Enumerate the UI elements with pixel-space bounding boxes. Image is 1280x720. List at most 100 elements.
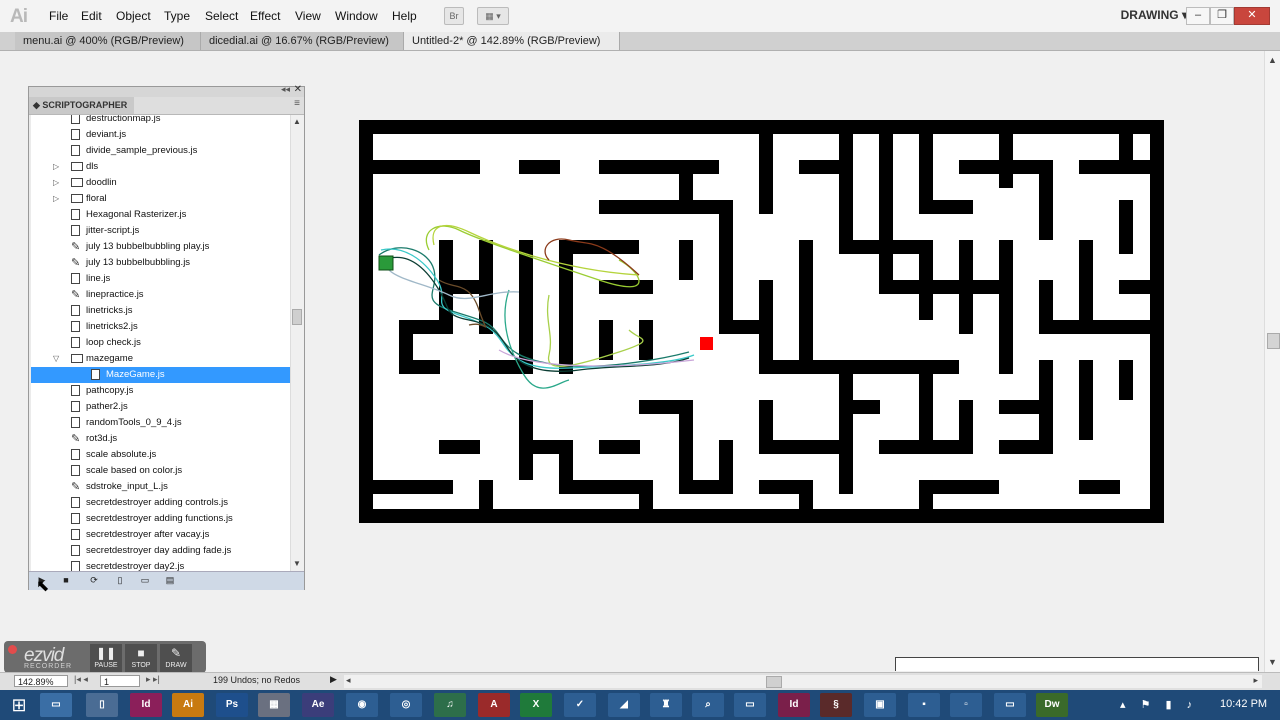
chrome-taskbar-icon[interactable]: ◉ xyxy=(346,693,378,717)
script-file-item[interactable]: ✎ sdstroke_input_L.js xyxy=(31,479,290,495)
app4-taskbar-icon[interactable]: ♜ xyxy=(650,693,682,717)
close-window-button[interactable]: ✕ xyxy=(1234,7,1270,25)
menu-select[interactable]: Select xyxy=(205,9,238,23)
scroll-thumb[interactable] xyxy=(766,676,782,688)
maximize-button[interactable]: ❐ xyxy=(1210,7,1234,25)
script-folder-item[interactable]: ▽ mazegame xyxy=(31,351,290,367)
app5-taskbar-icon[interactable]: ▭ xyxy=(734,693,766,717)
panel-scrollbar[interactable]: ▲ ▼ xyxy=(290,115,304,571)
scroll-up-icon[interactable]: ▲ xyxy=(293,117,301,126)
script-file-item[interactable]: pathcopy.js xyxy=(31,383,290,399)
app3-taskbar-icon[interactable]: ◢ xyxy=(608,693,640,717)
script-file-item[interactable]: linetricks.js xyxy=(31,303,290,319)
minimize-button[interactable]: – xyxy=(1186,7,1210,25)
collapse-folder-icon[interactable]: ▽ xyxy=(53,351,59,367)
menu-window[interactable]: Window xyxy=(335,9,378,23)
menu-effect[interactable]: Effect xyxy=(250,9,280,23)
scroll-right-icon[interactable]: ▸ xyxy=(1253,675,1258,686)
script-file-item[interactable]: randomTools_0_9_4.js xyxy=(31,415,290,431)
script-file-item[interactable]: ✎ july 13 bubbelbubbling.js xyxy=(31,255,290,271)
script-file-item[interactable]: secretdestroyer adding controls.js xyxy=(31,495,290,511)
scroll-down-icon[interactable]: ▼ xyxy=(1268,657,1277,667)
menu-edit[interactable]: Edit xyxy=(81,9,102,23)
notes-taskbar-icon[interactable]: ▯ xyxy=(86,693,118,717)
app-taskbar-icon[interactable]: ◎ xyxy=(390,693,422,717)
script-file-item[interactable]: ✎ rot3d.js xyxy=(31,431,290,447)
arrange-documents-button[interactable]: ▦ ▾ xyxy=(477,7,509,25)
script-file-item[interactable]: loop check.js xyxy=(31,335,290,351)
explorer-taskbar-icon[interactable]: ▭ xyxy=(40,693,72,717)
scroll-down-icon[interactable]: ▼ xyxy=(293,559,301,568)
script-file-item[interactable]: secretdestroyer after vacay.js xyxy=(31,527,290,543)
new-file-icon[interactable]: ▯ xyxy=(113,574,127,587)
tab-menu-ai[interactable]: menu.ai @ 400% (RGB/Preview)✕ xyxy=(15,32,201,66)
app7-taskbar-icon[interactable]: ▣ xyxy=(864,693,896,717)
expand-folder-icon[interactable]: ▷ xyxy=(53,159,59,175)
collapse-panel-icon[interactable]: ◂◂ xyxy=(281,84,290,95)
app6-taskbar-icon[interactable]: § xyxy=(820,693,852,717)
menu-object[interactable]: Object xyxy=(116,9,151,23)
new-folder-icon[interactable]: ▭ xyxy=(138,574,152,587)
stop-script-icon[interactable]: ■ xyxy=(59,574,73,587)
script-file-item[interactable]: secretdestroyer adding functions.js xyxy=(31,511,290,527)
pause-button[interactable]: ❚❚ PAUSE xyxy=(90,644,122,672)
script-file-item[interactable]: ✎ july 13 bubbelbubbling play.js xyxy=(31,239,290,255)
artboard-field[interactable]: 1 xyxy=(100,675,140,687)
status-menu-icon[interactable]: ▶ xyxy=(330,674,337,685)
script-file-item[interactable]: MazeGame.js xyxy=(31,367,290,383)
taskbar-clock[interactable]: 10:42 PM xyxy=(1220,698,1267,710)
script-file-item[interactable]: divide_sample_previous.js xyxy=(31,143,290,159)
tab-untitled-2[interactable]: Untitled-2* @ 142.89% (RGB/Preview)✕ xyxy=(404,32,620,66)
script-file-item[interactable]: deviant.js xyxy=(31,127,290,143)
panel-menu-icon[interactable]: ≡ xyxy=(294,98,300,109)
maze-artwork[interactable] xyxy=(359,120,1164,523)
first-artboard-icon[interactable]: |◂ ◂ xyxy=(74,674,88,685)
script-list[interactable]: destructionmap.js deviant.js divide_sample… xyxy=(31,115,290,571)
canvas-horizontal-scrollbar[interactable]: ◂ ▸ xyxy=(344,675,1262,688)
scroll-left-icon[interactable]: ◂ xyxy=(346,675,351,686)
canvas-vertical-scrollbar[interactable]: ▲ ▼ xyxy=(1264,51,1280,672)
app10-taskbar-icon[interactable]: ▭ xyxy=(994,693,1026,717)
menu-file[interactable]: File xyxy=(49,9,68,23)
acrobat-taskbar-icon[interactable]: A xyxy=(478,693,510,717)
last-artboard-icon[interactable]: ▸ ▸| xyxy=(146,674,160,685)
script-file-item[interactable]: secretdestroyer day adding fade.js xyxy=(31,543,290,559)
scroll-up-icon[interactable]: ▲ xyxy=(1268,55,1277,65)
expand-folder-icon[interactable]: ▷ xyxy=(53,191,59,207)
workspace-switcher[interactable]: DRAWING ▾ xyxy=(1121,8,1188,22)
photoshop-taskbar-icon[interactable]: Ps xyxy=(216,693,248,717)
script-file-item[interactable]: pather2.js xyxy=(31,399,290,415)
close-panel-icon[interactable]: ✕ xyxy=(294,84,302,95)
app8-taskbar-icon[interactable]: ▪ xyxy=(908,693,940,717)
script-file-item[interactable]: scale absolute.js xyxy=(31,447,290,463)
menu-help[interactable]: Help xyxy=(392,9,417,23)
script-file-item[interactable]: secretdestroyer day2.js xyxy=(31,559,290,571)
stop-button[interactable]: ■ STOP xyxy=(125,644,157,672)
zoom-field[interactable]: 142.89% xyxy=(14,675,68,687)
menu-type[interactable]: Type xyxy=(164,9,190,23)
draw-button[interactable]: ✎ DRAW xyxy=(160,644,192,672)
script-file-item[interactable]: Hexagonal Rasterizer.js xyxy=(31,207,290,223)
dreamweaver-taskbar-icon[interactable]: Dw xyxy=(1036,693,1068,717)
spotify-taskbar-icon[interactable]: ♫ xyxy=(434,693,466,717)
system-tray[interactable]: ▴ ⚑ ▮ ♪ xyxy=(1120,698,1198,711)
expand-folder-icon[interactable]: ▷ xyxy=(53,175,59,191)
script-file-item[interactable]: destructionmap.js xyxy=(31,115,290,127)
script-file-item[interactable]: line.js xyxy=(31,271,290,287)
script-file-item[interactable]: scale based on color.js xyxy=(31,463,290,479)
script-folder-item[interactable]: ▷ dls xyxy=(31,159,290,175)
indesign2-taskbar-icon[interactable]: Id xyxy=(778,693,810,717)
player-square[interactable] xyxy=(700,337,713,350)
script-file-item[interactable]: jitter-script.js xyxy=(31,223,290,239)
script-folder-item[interactable]: ▷ doodlin xyxy=(31,175,290,191)
panel-tab-scriptographer[interactable]: ◆ SCRIPTOGRAPHER xyxy=(29,97,134,114)
aftereffects-taskbar-icon[interactable]: Ae xyxy=(302,693,334,717)
bridge-button[interactable]: Br xyxy=(444,7,464,25)
script-folder-item[interactable]: ▷ floral xyxy=(31,191,290,207)
script-file-item[interactable]: ✎ linepractice.js xyxy=(31,287,290,303)
excel-taskbar-icon[interactable]: X xyxy=(520,693,552,717)
script-file-item[interactable]: linetricks2.js xyxy=(31,319,290,335)
scroll-thumb[interactable] xyxy=(1267,333,1280,349)
app9-taskbar-icon[interactable]: ▫ xyxy=(950,693,982,717)
media-taskbar-icon[interactable]: ▦ xyxy=(258,693,290,717)
